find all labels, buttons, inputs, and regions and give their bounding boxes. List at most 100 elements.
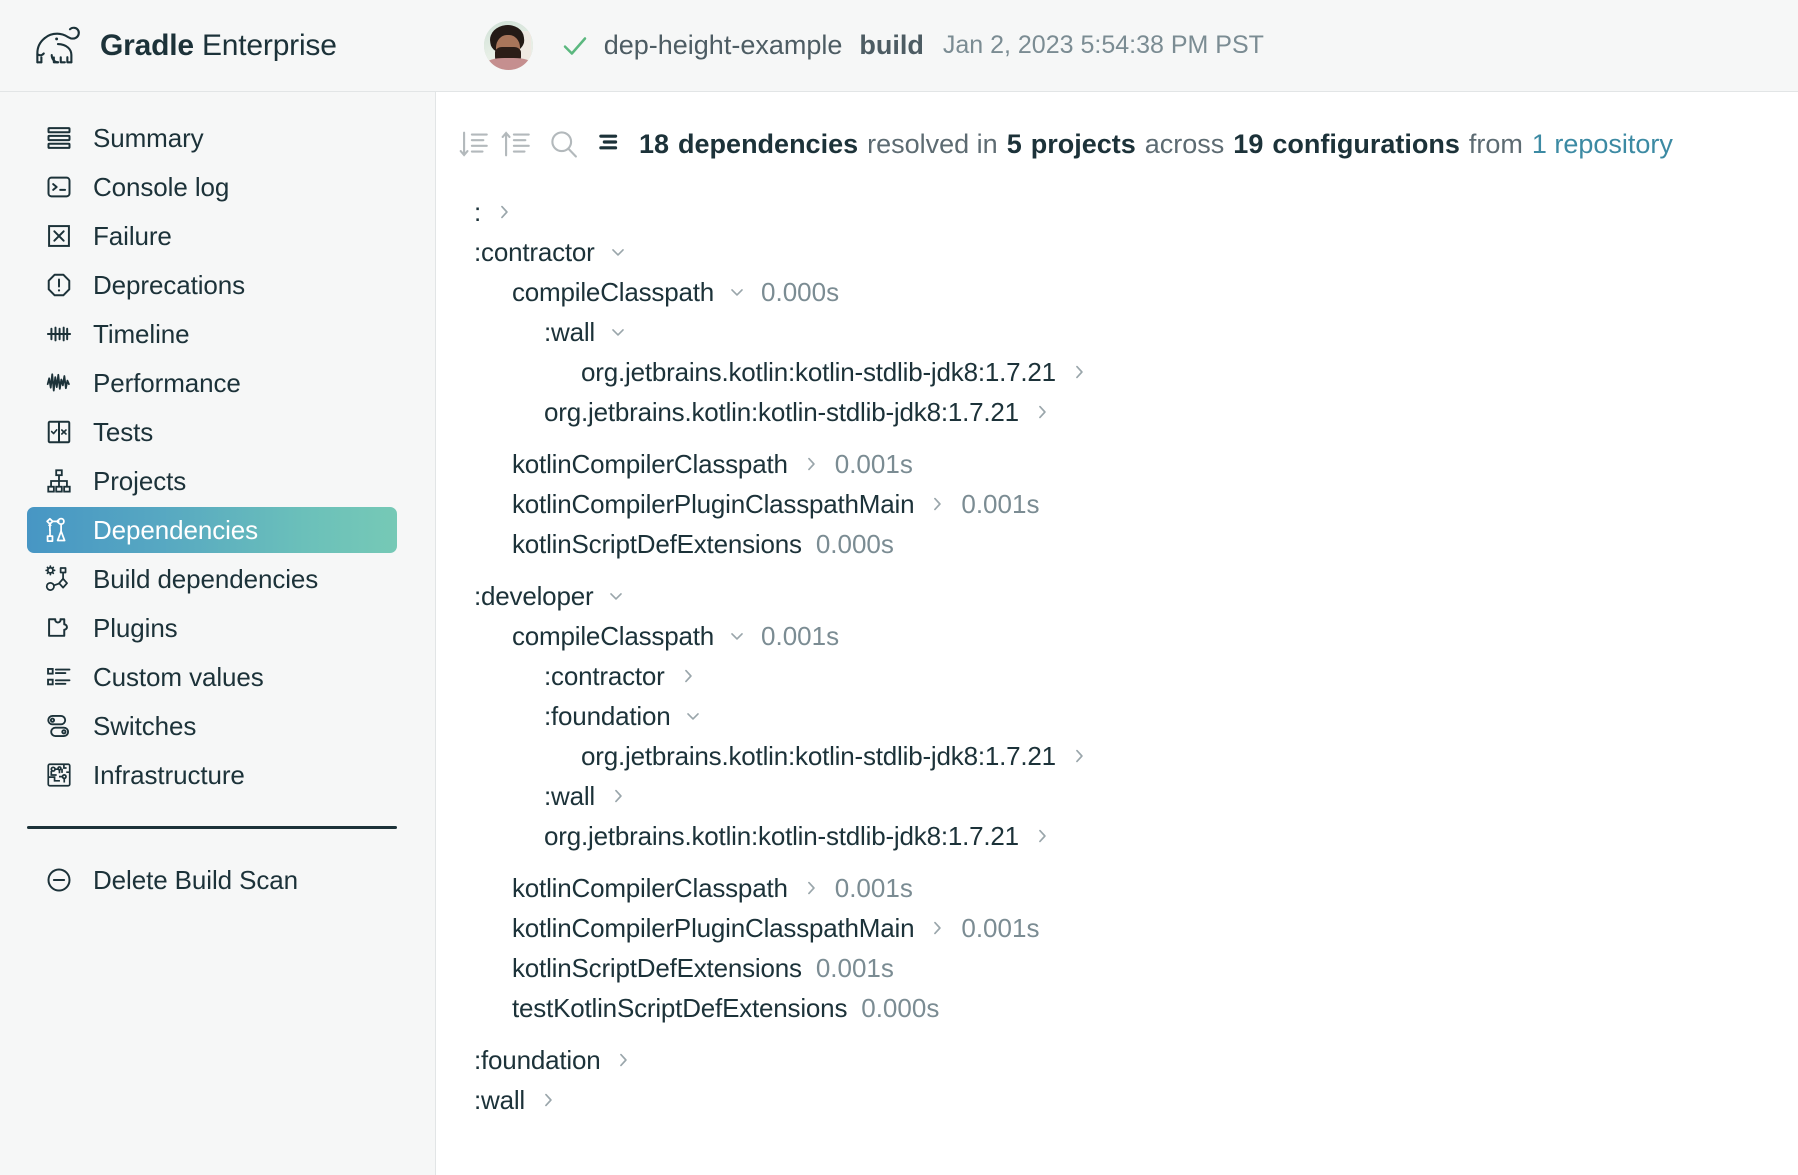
tree-row[interactable]: :wall <box>436 1080 1798 1120</box>
tree-row[interactable]: org.jetbrains.kotlin:kotlin-stdlib-jdk8:… <box>436 352 1798 392</box>
plugins-icon <box>43 613 74 644</box>
tree-row[interactable]: :wall <box>436 776 1798 816</box>
sidebar-item-dependencies[interactable]: Dependencies <box>27 507 397 553</box>
list-icon[interactable] <box>595 129 621 160</box>
chevron-right-icon[interactable] <box>608 786 628 806</box>
sidebar-item-custom-values[interactable]: Custom values <box>27 654 397 700</box>
tree-row[interactable]: :contractor <box>436 232 1798 272</box>
chevron-right-icon[interactable] <box>613 1050 633 1070</box>
tree-row[interactable]: :foundation <box>436 696 1798 736</box>
tree-row[interactable]: org.jetbrains.kotlin:kotlin-stdlib-jdk8:… <box>436 816 1798 856</box>
sidebar-item-performance[interactable]: Performance <box>27 360 397 406</box>
tree-row[interactable]: kotlinCompilerClasspath 0.001s <box>436 868 1798 908</box>
sidebar-item-tests[interactable]: Tests <box>27 409 397 455</box>
chevron-right-icon[interactable] <box>1069 362 1089 382</box>
chevron-down-icon[interactable] <box>727 282 747 302</box>
tree-row[interactable]: compileClasspath 0.000s <box>436 272 1798 312</box>
performance-icon <box>43 368 74 399</box>
projects-count: 5 <box>1006 128 1022 159</box>
top-bar: Gradle Enterprise dep-height-example bui… <box>0 0 1798 92</box>
tree-row[interactable]: testKotlinScriptDefExtensions 0.000s <box>436 988 1798 1028</box>
sidebar-item-timeline[interactable]: Timeline <box>27 311 397 357</box>
search-icon[interactable] <box>543 123 585 165</box>
chevron-right-icon[interactable] <box>927 918 947 938</box>
sidebar-item-label: Console log <box>93 171 230 202</box>
tree-row[interactable]: org.jetbrains.kotlin:kotlin-stdlib-jdk8:… <box>436 736 1798 776</box>
tree-row[interactable]: :contractor <box>436 656 1798 696</box>
sidebar-item-plugins[interactable]: Plugins <box>27 605 397 651</box>
tree-row-label: :wall <box>474 1084 526 1115</box>
tree-row[interactable]: compileClasspath 0.001s <box>436 616 1798 656</box>
tree-row[interactable]: kotlinCompilerClasspath 0.001s <box>436 444 1798 484</box>
scan-title[interactable]: dep-height-example <box>604 30 843 61</box>
user-avatar[interactable] <box>483 21 533 70</box>
sidebar-item-projects[interactable]: Projects <box>27 458 397 504</box>
sidebar-item-label: Build dependencies <box>93 563 319 594</box>
tree-row[interactable]: org.jetbrains.kotlin:kotlin-stdlib-jdk8:… <box>436 392 1798 432</box>
summary-icon <box>43 123 74 154</box>
sidebar-item-deprecations[interactable]: Deprecations <box>27 262 397 308</box>
tree-row[interactable]: : <box>436 192 1798 232</box>
tree-row[interactable]: kotlinCompilerPluginClasspathMain 0.001s <box>436 908 1798 948</box>
chevron-right-icon[interactable] <box>801 454 821 474</box>
chevron-right-icon[interactable] <box>927 494 947 514</box>
chevron-down-icon[interactable] <box>608 242 628 262</box>
tree-row-label: : <box>474 196 482 227</box>
sidebar: Summary Console log Failure Deprecations… <box>0 92 436 1175</box>
sidebar-item-label: Deprecations <box>93 269 245 300</box>
chevron-right-icon[interactable] <box>678 666 698 686</box>
tree-row-label: :developer <box>474 580 594 611</box>
sidebar-item-switches[interactable]: Switches <box>27 703 397 749</box>
tree-row-label: :contractor <box>474 236 595 267</box>
sidebar-item-label: Dependencies <box>93 514 259 545</box>
gradle-elephant-logo <box>36 26 80 63</box>
projects-icon <box>43 466 74 497</box>
chevron-right-icon[interactable] <box>1032 826 1052 846</box>
tree-row[interactable]: :foundation <box>436 1040 1798 1080</box>
chevron-right-icon[interactable] <box>538 1090 558 1110</box>
sidebar-item-label: Timeline <box>93 318 190 349</box>
tree-row[interactable]: kotlinScriptDefExtensions 0.001s <box>436 948 1798 988</box>
tree-row[interactable]: kotlinScriptDefExtensions 0.000s <box>436 524 1798 564</box>
timeline-icon <box>43 319 74 350</box>
tree-row[interactable]: :wall <box>436 312 1798 352</box>
sidebar-item-label: Performance <box>93 367 241 398</box>
delete-build-scan-button[interactable]: Delete Build Scan <box>27 857 397 903</box>
chevron-down-icon[interactable] <box>606 586 626 606</box>
main-content: 18 dependencies resolved in 5 projects a… <box>436 92 1798 1175</box>
tree-row-label: kotlinCompilerClasspath <box>512 872 788 903</box>
tree-row-label: :foundation <box>544 700 671 731</box>
scan-task[interactable]: build <box>859 30 923 61</box>
sidebar-item-failure[interactable]: Failure <box>27 213 397 259</box>
sidebar-item-infrastructure[interactable]: Infrastructure <box>27 752 397 798</box>
sidebar-item-label: Custom values <box>93 661 264 692</box>
minus-circle-icon <box>43 865 74 896</box>
tree-row[interactable]: kotlinCompilerPluginClasspathMain 0.001s <box>436 484 1798 524</box>
failure-icon <box>43 221 74 252</box>
across-label: across <box>1144 128 1225 159</box>
brand[interactable]: Gradle Enterprise <box>28 23 337 69</box>
sidebar-item-summary[interactable]: Summary <box>27 115 397 161</box>
chevron-down-icon[interactable] <box>683 706 703 726</box>
build-info: dep-height-example build Jan 2, 2023 5:5… <box>483 21 1264 70</box>
sort-descending-icon[interactable] <box>453 123 495 165</box>
sidebar-item-label: Summary <box>93 122 204 153</box>
chevron-down-icon[interactable] <box>608 322 628 342</box>
tree-row-duration: 0.001s <box>961 488 1040 519</box>
tree-row-label: kotlinScriptDefExtensions <box>512 528 802 559</box>
repository-link[interactable]: 1 repository <box>1532 129 1673 160</box>
sidebar-item-label: Tests <box>93 416 154 447</box>
sort-ascending-icon[interactable] <box>495 123 537 165</box>
chevron-right-icon[interactable] <box>801 878 821 898</box>
chevron-right-icon[interactable] <box>1069 746 1089 766</box>
tree-row-label: testKotlinScriptDefExtensions <box>512 992 848 1023</box>
tree-row-label: compileClasspath <box>512 620 715 651</box>
projects-count-label: projects <box>1030 128 1136 159</box>
chevron-down-icon[interactable] <box>727 626 747 646</box>
sidebar-item-console-log[interactable]: Console log <box>27 164 397 210</box>
tree-row[interactable]: :developer <box>436 576 1798 616</box>
chevron-right-icon[interactable] <box>494 202 514 222</box>
chevron-right-icon[interactable] <box>1032 402 1052 422</box>
sidebar-item-build-dependencies[interactable]: Build dependencies <box>27 556 397 602</box>
scan-timestamp: Jan 2, 2023 5:54:38 PM PST <box>942 31 1264 59</box>
